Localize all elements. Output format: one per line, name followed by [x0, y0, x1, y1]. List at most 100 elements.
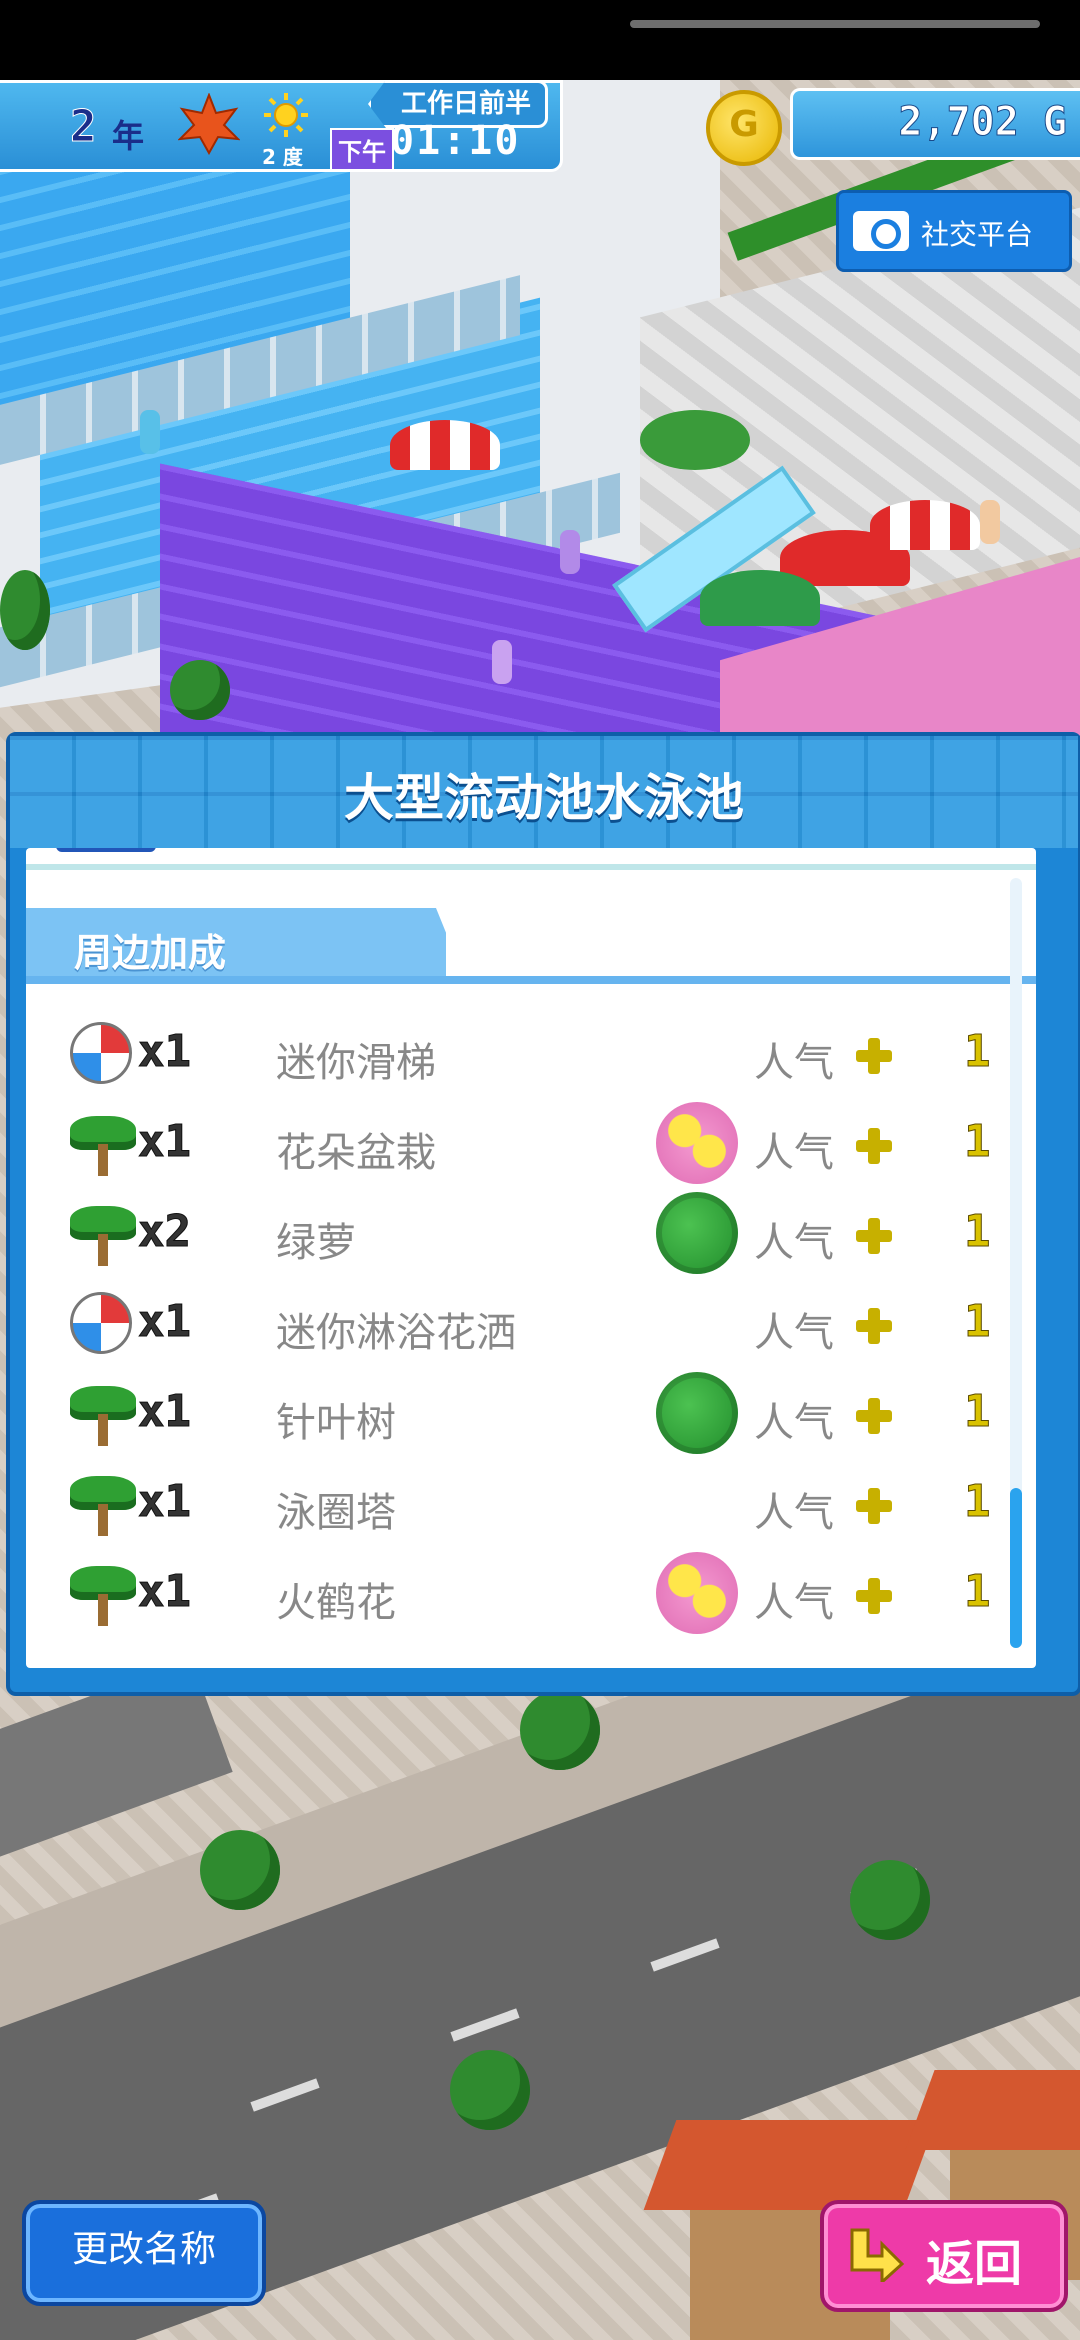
- stat-value: 1: [964, 1206, 991, 1258]
- bonus-row: x1 迷你滑梯 人气 1: [26, 1008, 1026, 1098]
- tree: [520, 1690, 600, 1770]
- scrollbar[interactable]: [1010, 878, 1022, 1648]
- stat-value: 1: [964, 1026, 991, 1078]
- item-name: 针叶树: [276, 1400, 396, 1446]
- item-quantity: x1: [138, 1566, 192, 1618]
- tree: [850, 1860, 930, 1940]
- visitor: [980, 500, 1000, 544]
- facility-title: 大型流动池水泳池: [344, 769, 744, 827]
- camera-lens: [871, 219, 901, 249]
- item-quantity: x1: [138, 1026, 192, 1078]
- item-name: 迷你滑梯: [276, 1040, 436, 1086]
- palm-tree-icon: [70, 1202, 136, 1266]
- flower-bonus-icon: [656, 1552, 738, 1634]
- item-quantity: x1: [138, 1296, 192, 1348]
- stat-label: 人气: [754, 1130, 834, 1176]
- year-number: 2: [70, 101, 97, 153]
- plus-icon: [856, 1218, 892, 1254]
- plus-icon: [856, 1488, 892, 1524]
- swimmer: [140, 410, 160, 454]
- stat-value: 1: [964, 1566, 991, 1618]
- beach-ball-shape: [70, 1292, 132, 1354]
- ampm-label: 下午: [330, 128, 394, 171]
- panel-header: 大型流动池水泳池: [10, 736, 1078, 848]
- money-display: 2,702 G: [790, 88, 1080, 160]
- beach-ball-icon: [70, 1022, 132, 1084]
- visitor: [560, 530, 580, 574]
- umbrella: [390, 420, 500, 470]
- palm-tree-icon: [70, 1562, 136, 1626]
- section-title: 周边加成: [74, 931, 227, 975]
- status-bar: [0, 0, 1080, 80]
- palm-tree-shape: [70, 1202, 136, 1268]
- stat-value: 1: [964, 1296, 991, 1348]
- clock-time: 01:10: [390, 118, 521, 164]
- facility-info-panel: 大型流动池水泳池 周边加成 x1 迷你滑梯 人气 1 x1 花朵盆栽 人气 1 x2 绿萝 人气 1 x…: [6, 732, 1080, 1696]
- visitor: [492, 640, 512, 684]
- flower-bonus-icon: [656, 1102, 738, 1184]
- item-quantity: x1: [138, 1476, 192, 1528]
- tree: [200, 1830, 280, 1910]
- plus-icon: [856, 1038, 892, 1074]
- gold-coin-icon: G: [706, 90, 782, 166]
- year-unit: 年: [112, 117, 145, 155]
- back-button[interactable]: 返回: [820, 2200, 1068, 2312]
- partial-row-icon: [56, 848, 156, 852]
- stat-label: 人气: [754, 1490, 834, 1536]
- umbrella: [870, 500, 980, 550]
- item-name: 花朵盆栽: [276, 1130, 436, 1176]
- partial-row: [26, 848, 1036, 862]
- house-roof: [905, 2070, 1080, 2150]
- bonus-list[interactable]: 周边加成 x1 迷你滑梯 人气 1 x1 花朵盆栽 人气 1 x2 绿萝 人气 1 x1 迷你淋浴花洒 人气…: [26, 848, 1036, 1668]
- leaf-bonus-icon: [656, 1372, 738, 1454]
- umbrella: [700, 570, 820, 626]
- social-platform-button[interactable]: 社交平台: [836, 190, 1072, 272]
- plus-icon: [856, 1578, 892, 1614]
- temperature-label: 2 度: [262, 145, 303, 169]
- item-name: 泳圈塔: [276, 1490, 396, 1536]
- social-platform-label: 社交平台: [921, 218, 1034, 251]
- item-quantity: x2: [138, 1206, 192, 1258]
- plus-icon: [856, 1398, 892, 1434]
- back-arrow-icon: [850, 2228, 905, 2282]
- section-divider: [26, 976, 1036, 984]
- coin-letter: G: [729, 104, 759, 145]
- tree: [450, 2050, 530, 2130]
- bonus-row: x1 花朵盆栽 人气 1: [26, 1098, 1026, 1188]
- camera-icon: [853, 211, 909, 251]
- bonus-row: x1 针叶树 人气 1: [26, 1368, 1026, 1458]
- item-name: 火鹤花: [276, 1580, 396, 1626]
- stat-value: 1: [964, 1116, 991, 1168]
- rename-button[interactable]: 更改名称: [22, 2200, 266, 2306]
- palm-tree-icon: [70, 1472, 136, 1536]
- stat-label: 人气: [754, 1400, 834, 1446]
- bonus-row: x1 迷你淋浴花洒 人气 1: [26, 1278, 1026, 1368]
- item-name: 绿萝: [276, 1220, 356, 1266]
- plus-icon: [856, 1128, 892, 1164]
- item-quantity: x1: [138, 1386, 192, 1438]
- palm-tree-shape: [70, 1382, 136, 1448]
- beach-ball-icon: [70, 1292, 132, 1354]
- stat-label: 人气: [754, 1310, 834, 1356]
- palm-tree-shape: [70, 1472, 136, 1538]
- leaf-bonus-icon: [656, 1192, 738, 1274]
- beach-ball-shape: [70, 1022, 132, 1084]
- scroll-thumb[interactable]: [1010, 1488, 1022, 1648]
- palm-tree-shape: [70, 1112, 136, 1178]
- palm-tree-icon: [70, 1382, 136, 1446]
- money-amount: 2,702 G: [898, 99, 1068, 146]
- gesture-pill: [630, 20, 1040, 28]
- back-label: 返回: [926, 2236, 1023, 2292]
- bush: [640, 410, 750, 470]
- stat-value: 1: [964, 1476, 991, 1528]
- divider: [26, 864, 1036, 870]
- tree: [170, 660, 230, 720]
- stat-value: 1: [964, 1386, 991, 1438]
- plus-icon: [856, 1308, 892, 1344]
- stat-label: 人气: [754, 1040, 834, 1086]
- bonus-row: x1 泳圈塔 人气 1: [26, 1458, 1026, 1548]
- palm-tree-shape: [70, 1562, 136, 1628]
- stat-label: 人气: [754, 1580, 834, 1626]
- item-quantity: x1: [138, 1116, 192, 1168]
- stat-label: 人气: [754, 1220, 834, 1266]
